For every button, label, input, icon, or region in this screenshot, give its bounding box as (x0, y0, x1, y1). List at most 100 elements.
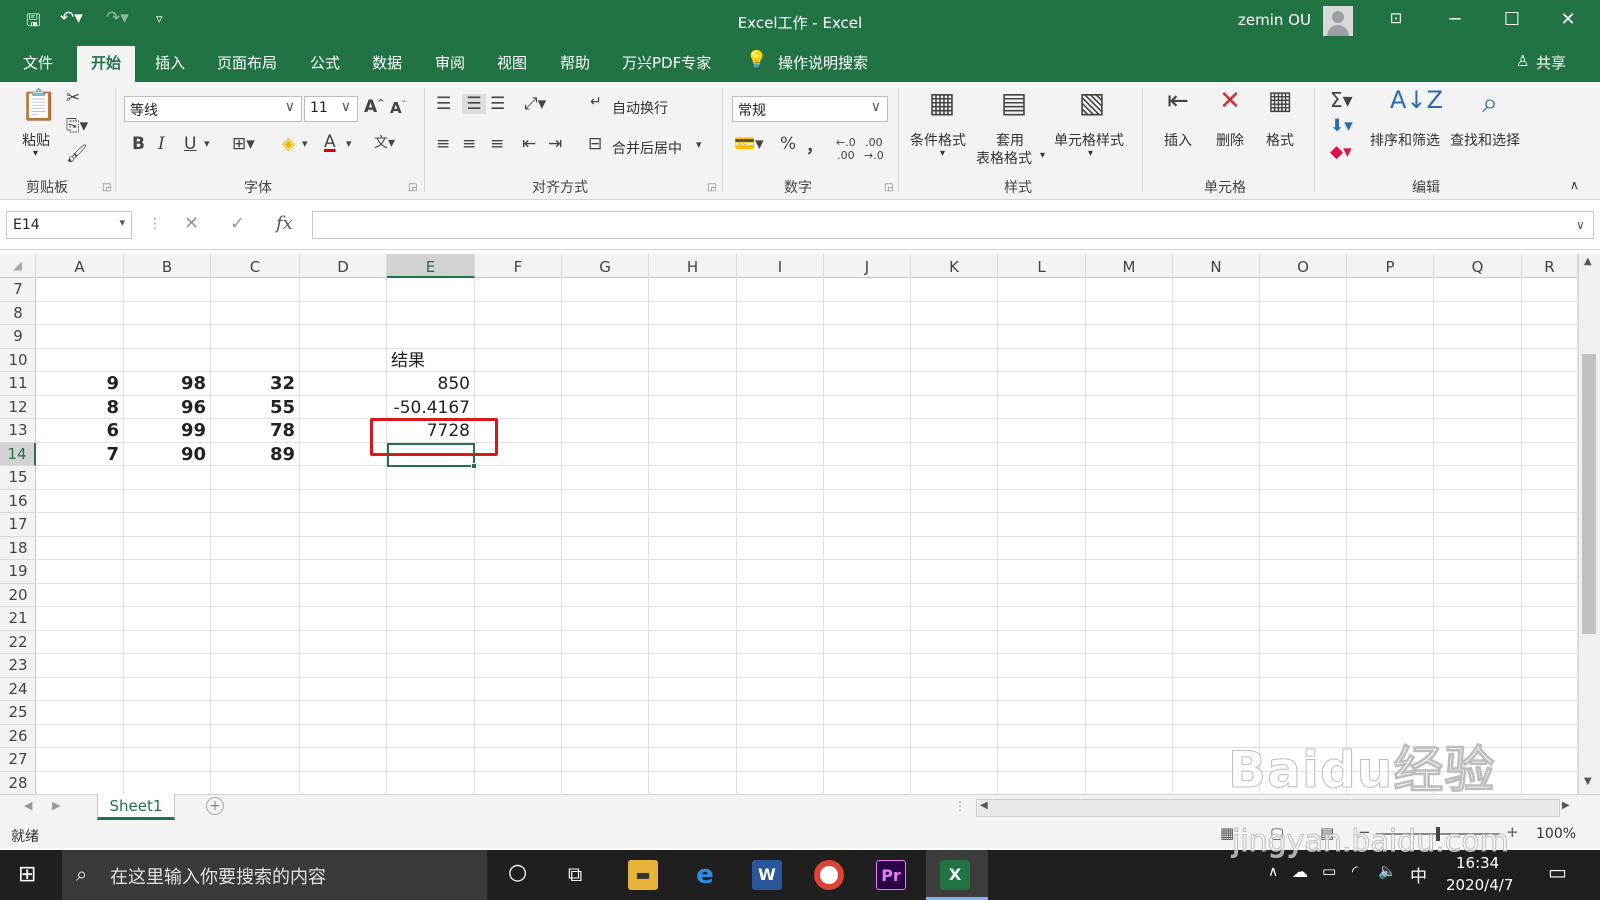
underline-button[interactable]: U (184, 134, 196, 154)
tab-page-layout[interactable]: 页面布局 (217, 52, 277, 73)
worksheet-grid[interactable]: ◢ A B C D E F G H I J K L M N O P Q R 7 8 9 10 11 12 13 14 15 16 17 1… (0, 254, 1578, 794)
fill-dropdown-icon[interactable]: ▾ (302, 137, 308, 150)
decrease-decimal-icon[interactable]: .00 →.0 (864, 136, 884, 162)
clipboard-launcher-icon[interactable]: ◲ (102, 182, 111, 193)
row-header-28[interactable]: 28 (0, 772, 36, 795)
select-all-corner[interactable]: ◢ (0, 254, 36, 278)
sheet-tab-sheet1[interactable]: Sheet1 (97, 794, 175, 820)
font-color-icon[interactable]: A (324, 132, 336, 152)
windows-start-icon[interactable]: ⊞ (18, 862, 36, 887)
clock-date[interactable]: 2020/4/7 (1446, 876, 1513, 894)
share-icon[interactable]: ♙ (1516, 52, 1529, 70)
column-header-b[interactable]: B (124, 254, 211, 278)
add-sheet-icon[interactable]: + (206, 797, 224, 815)
name-box[interactable]: E14 ▾ (6, 211, 132, 239)
expand-formula-icon[interactable]: ∨ (1576, 218, 1585, 232)
column-header-p[interactable]: P (1347, 254, 1434, 278)
task-view-icon[interactable]: ⧉ (568, 862, 582, 886)
increase-indent-icon[interactable]: ⇥ (548, 134, 562, 154)
cell-a14[interactable]: 7 (36, 444, 119, 466)
cell-e12[interactable]: -50.4167 (387, 397, 470, 419)
scroll-down-icon[interactable]: ▼ (1584, 776, 1592, 787)
row-header-12[interactable]: 12 (0, 396, 36, 419)
tab-data[interactable]: 数据 (372, 52, 402, 73)
column-header-i[interactable]: I (737, 254, 824, 278)
phonetic-icon[interactable]: 文▾ (374, 132, 395, 152)
align-left-icon[interactable]: ≡ (436, 134, 450, 154)
row-header-11[interactable]: 11 (0, 372, 36, 396)
wrap-text-icon[interactable]: ↵ (590, 94, 602, 110)
column-header-f[interactable]: F (475, 254, 562, 278)
align-top-icon[interactable]: ☰ (436, 94, 451, 114)
orientation-icon[interactable]: ⤢▾ (524, 94, 546, 114)
edge-icon[interactable]: e (690, 860, 720, 890)
tab-insert[interactable]: 插入 (155, 52, 185, 73)
italic-button[interactable]: I (158, 134, 165, 154)
column-header-k[interactable]: K (911, 254, 998, 278)
wrap-text-button[interactable]: 自动换行 (612, 98, 668, 118)
zoom-level[interactable]: 100% (1536, 826, 1576, 842)
copy-icon[interactable]: ⎘▾ (66, 116, 88, 136)
paste-icon[interactable]: 📋 (20, 88, 57, 126)
scroll-left-icon[interactable]: ◀ (980, 800, 988, 811)
format-cells-button[interactable]: 格式 (1266, 130, 1294, 150)
show-hidden-icons-icon[interactable]: ∧ (1268, 864, 1278, 880)
cell-c11[interactable]: 32 (211, 373, 295, 395)
formula-input[interactable] (312, 211, 1594, 239)
column-header-n[interactable]: N (1173, 254, 1260, 278)
row-header-24[interactable]: 24 (0, 678, 36, 701)
cell-c12[interactable]: 55 (211, 397, 295, 419)
cell-c13[interactable]: 78 (211, 420, 295, 442)
bold-button[interactable]: B (132, 134, 145, 154)
insert-cells-button[interactable]: 插入 (1164, 130, 1192, 150)
merge-center-icon[interactable]: ⊟ (588, 134, 602, 154)
network-icon[interactable]: ◜ (1352, 862, 1358, 880)
tab-home[interactable]: 开始 (77, 46, 136, 82)
conditional-format-icon[interactable]: ▦ (922, 86, 962, 122)
row-header-16[interactable]: 16 (0, 490, 36, 513)
merge-center-button[interactable]: 合并后居中 (612, 138, 682, 158)
comma-style-button[interactable]: ， (806, 132, 823, 157)
align-center-icon[interactable]: ≡ (462, 134, 476, 154)
row-header-9[interactable]: 9 (0, 325, 36, 349)
minimize-icon[interactable]: ─ (1435, 9, 1475, 30)
row-header-26[interactable]: 26 (0, 725, 36, 748)
fill-color-icon[interactable]: ◈ (282, 134, 295, 154)
paste-button[interactable]: 粘贴 (22, 130, 50, 150)
avatar[interactable] (1323, 6, 1353, 36)
row-header-7[interactable]: 7 (0, 278, 36, 302)
row-header-27[interactable]: 27 (0, 748, 36, 772)
number-format-combo[interactable]: 常规 ∨ (732, 96, 888, 122)
ime-indicator[interactable]: 中 (1410, 862, 1427, 887)
delete-cells-icon[interactable]: ✕ (1212, 86, 1248, 122)
font-size-combo[interactable]: 11 ∨ (304, 96, 358, 122)
tab-review[interactable]: 审阅 (435, 52, 465, 73)
splitter-icon[interactable]: ⋮ (954, 799, 966, 813)
format-cells-icon[interactable]: ▦ (1262, 86, 1298, 122)
row-header-21[interactable]: 21 (0, 607, 36, 631)
cell-styles-button[interactable]: 单元格样式 (1054, 130, 1124, 150)
maximize-icon[interactable]: ☐ (1492, 9, 1532, 30)
row-header-13[interactable]: 13 (0, 419, 36, 443)
scroll-right-icon[interactable]: ▶ (1562, 800, 1570, 811)
format-painter-icon[interactable]: 🖌 (66, 144, 88, 164)
vertical-scrollbar[interactable]: ▲ ▼ (1578, 254, 1600, 794)
tab-view[interactable]: 视图 (497, 52, 527, 73)
percent-button[interactable]: % (780, 134, 796, 154)
align-right-icon[interactable]: ≡ (490, 134, 504, 154)
cell-b14[interactable]: 90 (124, 444, 206, 466)
paste-dropdown-icon[interactable]: ▾ (33, 148, 38, 159)
cut-icon[interactable]: ✂ (66, 88, 80, 108)
cell-a13[interactable]: 6 (36, 420, 119, 442)
increase-decimal-icon[interactable]: ←.0.00 (836, 136, 856, 162)
tab-formulas[interactable]: 公式 (310, 52, 340, 73)
conditional-format-button[interactable]: 条件格式 (910, 130, 966, 150)
column-header-j[interactable]: J (824, 254, 911, 278)
underline-dropdown-icon[interactable]: ▾ (204, 137, 210, 150)
merge-dropdown-icon[interactable]: ▾ (696, 138, 702, 151)
sort-filter-icon[interactable]: A↓Z (1390, 86, 1443, 122)
fill-handle[interactable] (471, 463, 477, 469)
column-header-o[interactable]: O (1260, 254, 1347, 278)
format-as-table-label-1[interactable]: 套用 (996, 130, 1024, 150)
taskbar-search[interactable]: ⌕ 在这里输入你要搜索的内容 (62, 850, 487, 900)
